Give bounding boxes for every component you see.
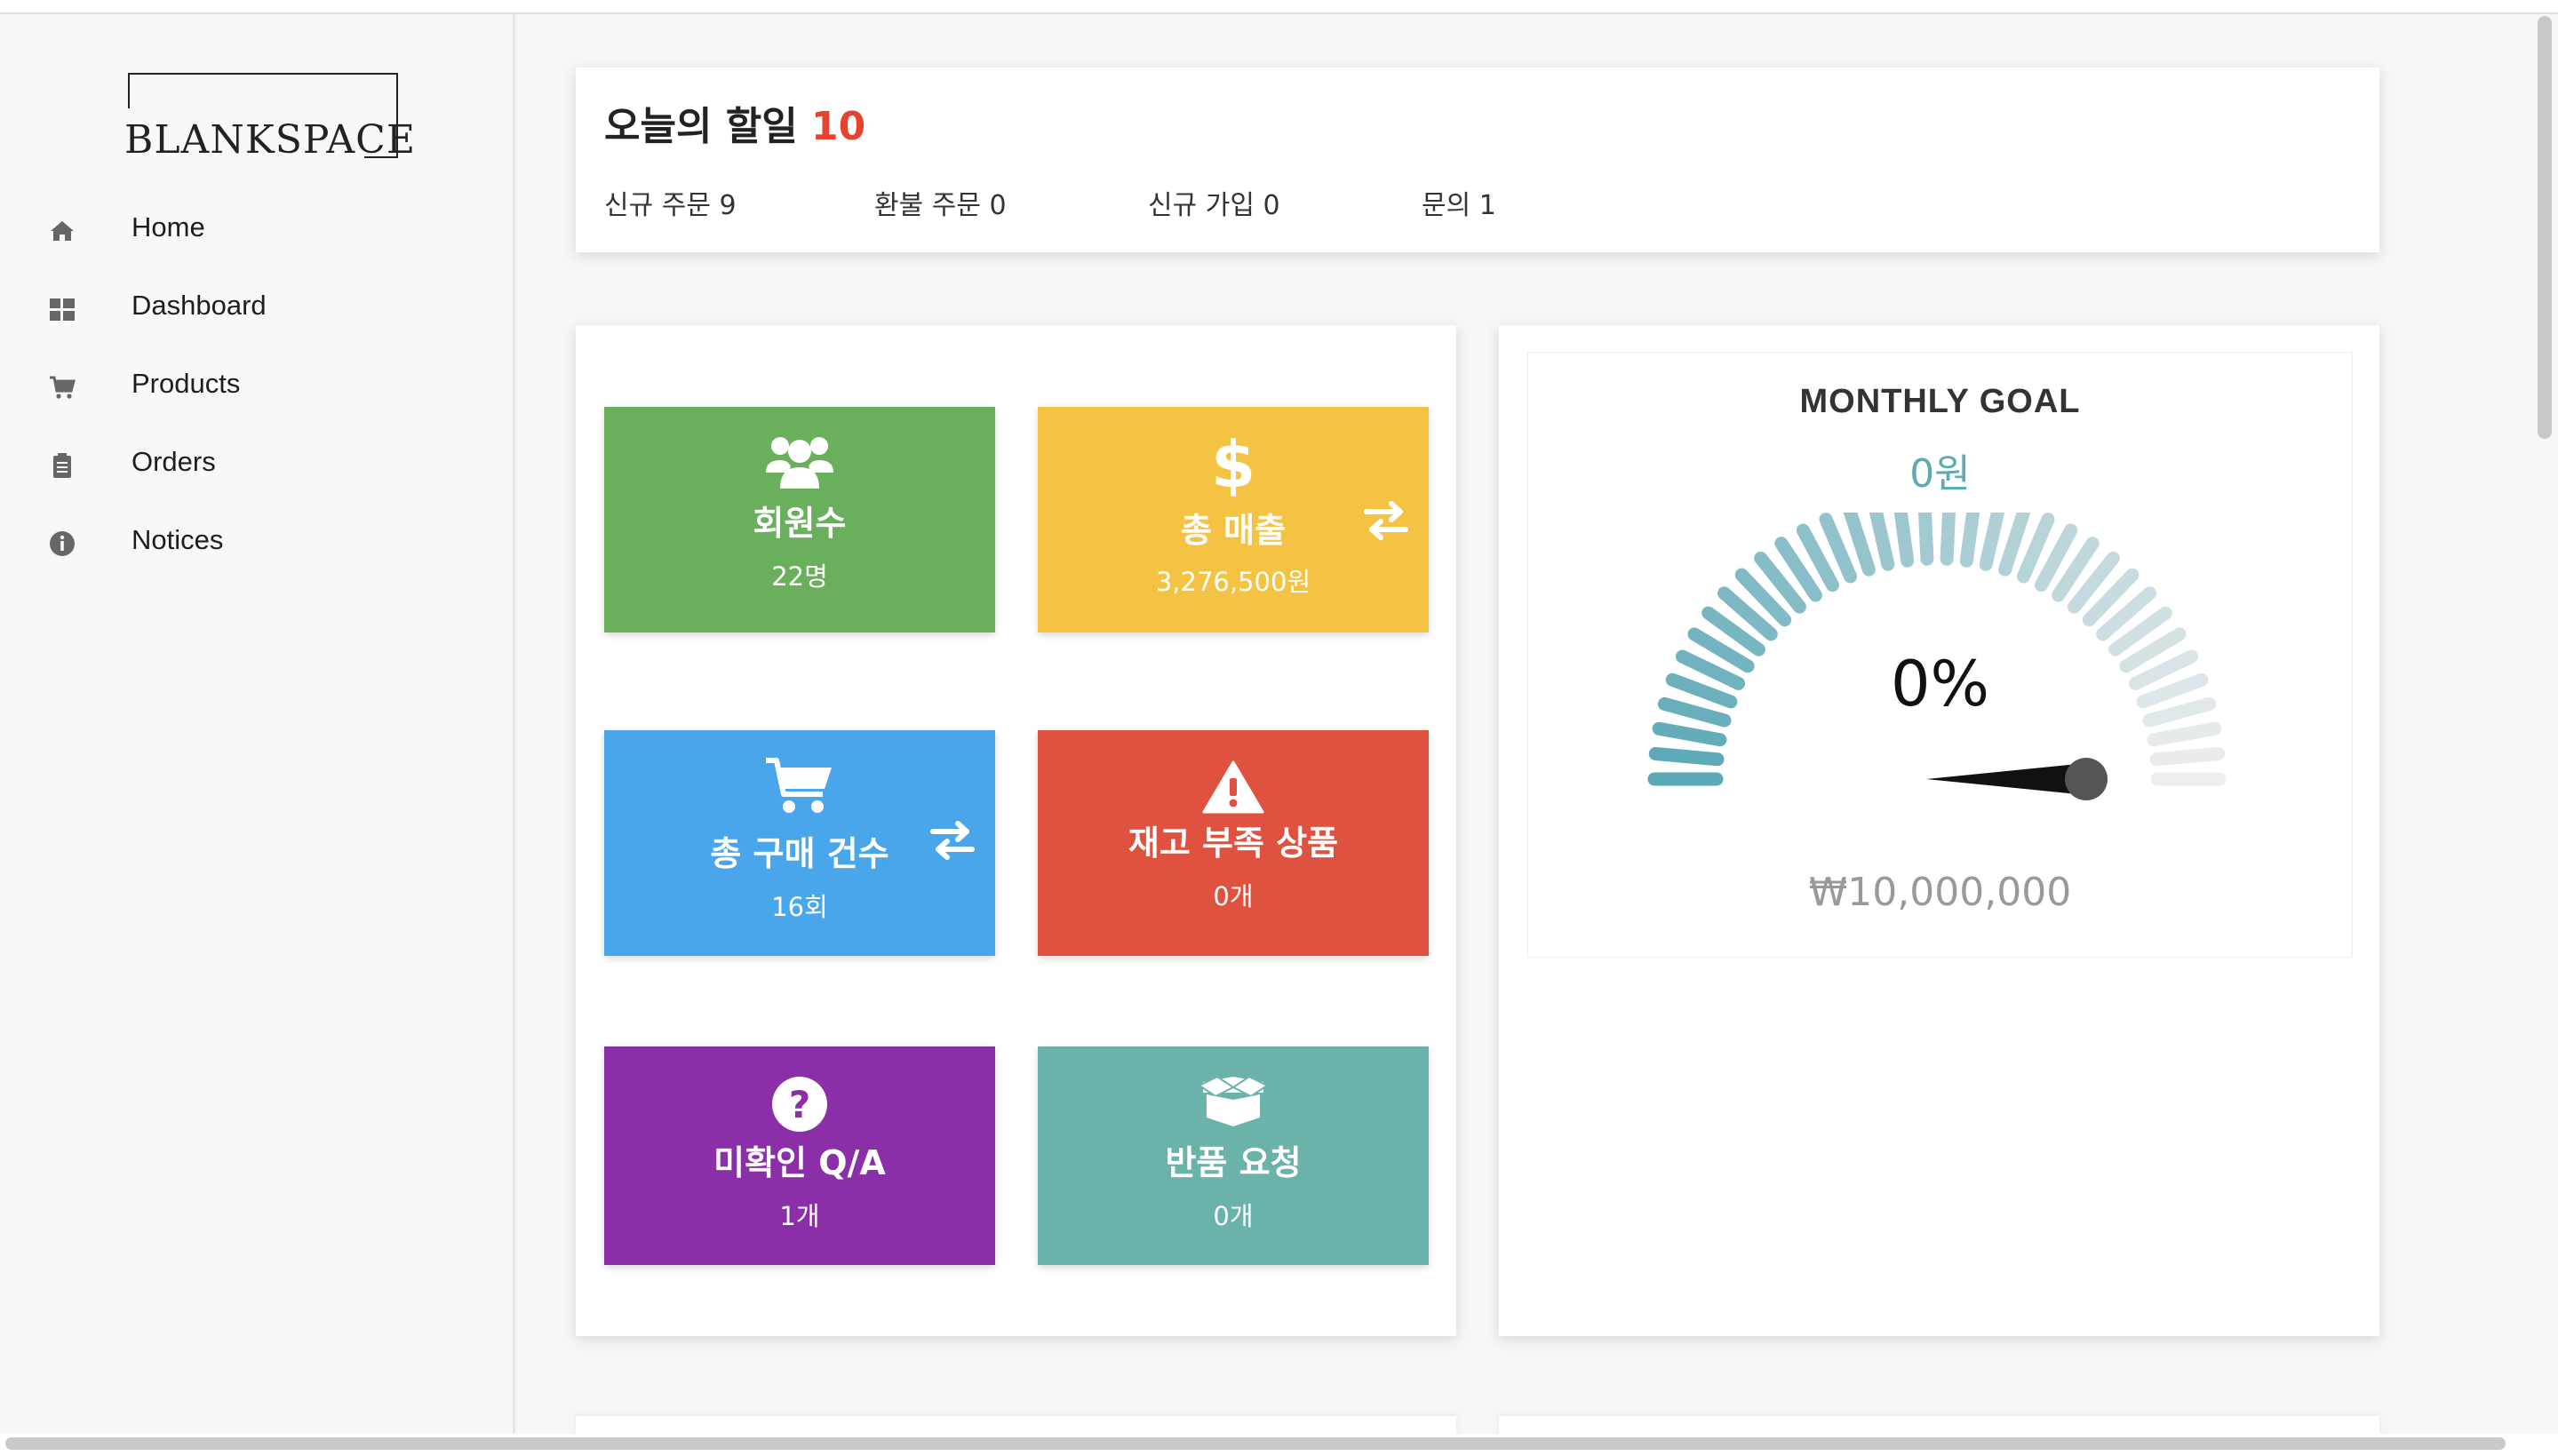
- tile-return-requests[interactable]: 반품 요청 0개: [1038, 1046, 1429, 1265]
- tile-value: 1개: [779, 1201, 820, 1231]
- sidebar-item-dashboard[interactable]: Dashboard: [0, 270, 513, 348]
- exchange-icon[interactable]: [928, 816, 977, 865]
- tile-title: 미확인 Q/A: [713, 1143, 886, 1182]
- gauge-tick: [1940, 513, 1956, 566]
- gauge-tick: [2147, 721, 2222, 747]
- svg-text:$: $: [1211, 430, 1255, 497]
- tile-value: 22명: [771, 561, 828, 592]
- tile-members[interactable]: 회원수 22명: [604, 407, 995, 633]
- tile-total-purchases[interactable]: 총 구매 건수 16회: [604, 730, 995, 956]
- stat-inquiries[interactable]: 문의 1: [1422, 183, 1496, 222]
- monthly-goal-card: MONTHLY GOAL 0원 0% ₩10,000,000: [1527, 352, 2353, 958]
- goal-percent: 0%: [1890, 648, 1990, 720]
- monthly-goal-title: MONTHLY GOAL: [1799, 383, 2081, 420]
- gauge-tick: [1979, 513, 2005, 571]
- sidebar-item-products[interactable]: Products: [0, 348, 513, 426]
- exchange-icon[interactable]: [1361, 496, 1411, 545]
- sidebar-item-label: Home: [131, 211, 205, 243]
- logo-text: BLANKSPACE: [124, 117, 416, 163]
- stat-new-orders[interactable]: 신규 주문 9: [604, 183, 737, 222]
- today-tasks-title: 오늘의 할일 10: [604, 104, 866, 149]
- warning-icon: [1202, 760, 1264, 814]
- gauge-hub: [2065, 758, 2108, 800]
- gauge-tick: [1959, 513, 1980, 568]
- sidebar-item-label: Notices: [131, 524, 224, 555]
- gauge-tick: [1998, 513, 2031, 577]
- dollar-icon: $: [1211, 430, 1255, 497]
- gauge-tick: [1869, 513, 1895, 571]
- logo[interactable]: BLANKSPACE: [123, 57, 415, 163]
- summary-panel: 회원수 22명 $ 총 매출 3,276,500원 총 구매 건수 16회 재고…: [576, 325, 1456, 1336]
- vertical-scrollbar[interactable]: [2538, 16, 2552, 439]
- sidebar-item-label: Products: [131, 368, 241, 399]
- tile-total-sales[interactable]: $ 총 매출 3,276,500원: [1038, 407, 1429, 633]
- home-icon: [51, 221, 74, 241]
- tile-value: 0개: [1213, 1201, 1254, 1231]
- tile-title: 반품 요청: [1165, 1143, 1302, 1182]
- gauge-tick: [1648, 746, 1725, 767]
- sidebar-nav: Home Dashboard Products Orders Notices: [0, 192, 513, 583]
- today-tasks-count: 10: [811, 104, 866, 149]
- tile-title: 회원수: [753, 504, 847, 543]
- browser-top-edge: [0, 0, 2558, 14]
- stat-refund-orders[interactable]: 환불 주문 0: [874, 183, 1007, 222]
- sidebar-item-label: Dashboard: [131, 290, 267, 321]
- tile-low-stock[interactable]: 재고 부족 상품 0개: [1038, 730, 1429, 956]
- gauge-tick: [2149, 746, 2226, 767]
- sidebar: BLANKSPACE Home Dashboard Products Order…: [0, 14, 515, 1436]
- info-icon: [50, 531, 75, 556]
- today-tasks-card: 오늘의 할일 10 신규 주문 9 환불 주문 0 신규 가입 0 문의 1: [576, 68, 2379, 252]
- sidebar-item-home[interactable]: Home: [0, 192, 513, 270]
- horizontal-scrollbar[interactable]: [5, 1437, 2506, 1450]
- gauge-tick: [1918, 513, 1934, 566]
- sidebar-item-orders[interactable]: Orders: [0, 426, 513, 505]
- tile-title: 재고 부족 상품: [1128, 823, 1339, 863]
- stat-new-signups[interactable]: 신규 가입 0: [1148, 183, 1280, 222]
- question-icon: ?: [772, 1077, 827, 1132]
- gauge-tick: [1843, 513, 1876, 577]
- cart-icon: [50, 376, 76, 399]
- tile-value: 0개: [1213, 881, 1254, 911]
- gauge-needle: [1926, 763, 2086, 795]
- tile-value: 16회: [771, 892, 828, 922]
- svg-text:?: ?: [789, 1083, 810, 1126]
- goal-target: ₩10,000,000: [1808, 870, 2072, 915]
- tile-value: 3,276,500원: [1155, 567, 1311, 597]
- tile-unread-qa[interactable]: ? 미확인 Q/A 1개: [604, 1046, 995, 1265]
- monthly-goal-panel: MONTHLY GOAL 0원 0% ₩10,000,000: [1499, 325, 2379, 1336]
- gauge-tick: [1652, 721, 1727, 747]
- gauge-tick: [1893, 513, 1915, 568]
- logo-frame: [128, 73, 398, 75]
- box-icon: [1198, 1075, 1269, 1126]
- sidebar-item-notices[interactable]: Notices: [0, 505, 513, 583]
- sidebar-item-label: Orders: [131, 446, 216, 477]
- grid-icon: [50, 298, 75, 321]
- cart-icon: [766, 758, 832, 813]
- clipboard-icon: [53, 453, 71, 478]
- monthly-goal-amount: 0원: [1909, 451, 1971, 497]
- users-icon: [766, 437, 833, 489]
